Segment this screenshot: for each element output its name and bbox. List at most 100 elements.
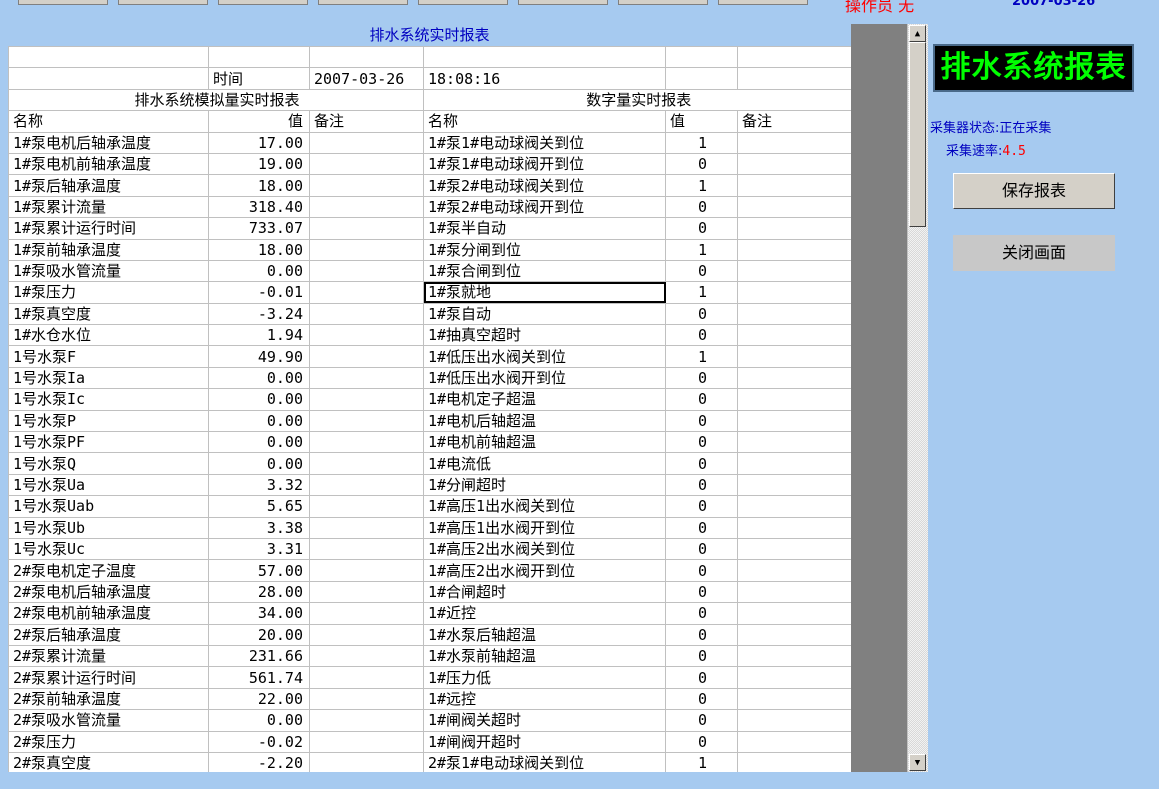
digital-value[interactable]: 0 [665,431,738,454]
analog-value[interactable]: 0.00 [208,410,310,433]
digital-value[interactable]: 0 [665,581,738,604]
digital-value[interactable]: 1 [665,239,738,261]
digital-name[interactable]: 1#泵就地 [423,281,666,304]
analog-value[interactable]: 3.31 [208,538,310,561]
digital-note[interactable] [737,196,851,219]
digital-note[interactable] [737,517,851,539]
digital-value[interactable]: 0 [665,688,738,711]
analog-note[interactable] [309,303,424,326]
digital-note[interactable] [737,666,851,689]
analog-value[interactable]: 5.65 [208,495,310,518]
digital-value[interactable]: 0 [665,731,738,753]
toolbar-button[interactable] [518,0,608,5]
save-report-button[interactable]: 保存报表 [953,173,1115,209]
digital-note[interactable] [737,217,851,240]
digital-value[interactable]: 0 [665,602,738,625]
digital-value[interactable]: 0 [665,388,738,411]
analog-value[interactable]: 0.00 [208,452,310,475]
analog-value[interactable]: 17.00 [208,132,310,154]
digital-name[interactable]: 1#泵2#电动球阀关到位 [423,174,666,197]
digital-note[interactable] [737,431,851,454]
digital-name[interactable]: 1#近控 [423,602,666,625]
digital-name[interactable]: 1#水泵前轴超温 [423,645,666,668]
analog-value[interactable]: 0.00 [208,388,310,411]
analog-name[interactable]: 1#泵真空度 [8,303,209,326]
digital-value[interactable]: 0 [665,645,738,668]
digital-name[interactable]: 1#高压1出水阀开到位 [423,517,666,539]
digital-note[interactable] [737,452,851,475]
analog-note[interactable] [309,153,424,176]
digital-value[interactable]: 0 [665,196,738,219]
analog-note[interactable] [309,495,424,518]
analog-name[interactable]: 1号水泵P [8,410,209,433]
digital-note[interactable] [737,709,851,732]
digital-note[interactable] [737,474,851,497]
analog-name[interactable]: 1号水泵Ub [8,517,209,539]
analog-value[interactable]: 28.00 [208,581,310,604]
analog-value[interactable]: -0.02 [208,731,310,753]
analog-name[interactable]: 1号水泵Q [8,452,209,475]
analog-note[interactable] [309,410,424,433]
digital-value[interactable]: 0 [665,474,738,497]
scroll-thumb[interactable] [909,42,926,227]
analog-value[interactable]: 0.00 [208,431,310,454]
analog-name[interactable]: 1#泵吸水管流量 [8,260,209,283]
analog-name[interactable]: 1号水泵Ic [8,388,209,411]
digital-value[interactable]: 0 [665,217,738,240]
digital-value[interactable]: 0 [665,624,738,646]
analog-value[interactable]: 733.07 [208,217,310,240]
digital-value[interactable]: 0 [665,367,738,390]
vertical-scrollbar[interactable]: ▲ ▼ [907,24,928,772]
analog-name[interactable]: 1#泵电机前轴承温度 [8,153,209,176]
digital-value[interactable]: 1 [665,132,738,154]
analog-note[interactable] [309,538,424,561]
digital-name[interactable]: 1#闸阀开超时 [423,731,666,753]
analog-name[interactable]: 1号水泵Uab [8,495,209,518]
analog-value[interactable]: 0.00 [208,367,310,390]
digital-note[interactable] [737,367,851,390]
analog-value[interactable]: 0.00 [208,709,310,732]
digital-value[interactable]: 0 [665,324,738,347]
analog-note[interactable] [309,602,424,625]
digital-name[interactable]: 1#泵半自动 [423,217,666,240]
digital-value[interactable]: 0 [665,452,738,475]
digital-note[interactable] [737,688,851,711]
toolbar-button[interactable] [318,0,408,5]
digital-value[interactable]: 0 [665,260,738,283]
analog-name[interactable]: 1#泵前轴承温度 [8,239,209,261]
analog-name[interactable]: 2#泵真空度 [8,752,209,772]
digital-name[interactable]: 1#电流低 [423,452,666,475]
analog-value[interactable]: 3.38 [208,517,310,539]
analog-value[interactable]: -3.24 [208,303,310,326]
analog-note[interactable] [309,345,424,368]
digital-value[interactable]: 1 [665,174,738,197]
analog-value[interactable]: 18.00 [208,239,310,261]
analog-note[interactable] [309,452,424,475]
toolbar-button[interactable] [618,0,708,5]
close-screen-button[interactable]: 关闭画面 [953,235,1115,271]
analog-name[interactable]: 2#泵压力 [8,731,209,753]
analog-value[interactable]: -2.20 [208,752,310,772]
analog-note[interactable] [309,196,424,219]
digital-note[interactable] [737,174,851,197]
digital-note[interactable] [737,132,851,154]
toolbar-button[interactable] [118,0,208,5]
analog-name[interactable]: 1#泵累计运行时间 [8,217,209,240]
analog-name[interactable]: 1#泵累计流量 [8,196,209,219]
analog-value[interactable]: 561.74 [208,666,310,689]
analog-note[interactable] [309,517,424,539]
analog-value[interactable]: 231.66 [208,645,310,668]
digital-value[interactable]: 0 [665,538,738,561]
digital-name[interactable]: 1#合闸超时 [423,581,666,604]
analog-note[interactable] [309,388,424,411]
toolbar-button[interactable] [18,0,108,5]
digital-note[interactable] [737,752,851,772]
analog-note[interactable] [309,624,424,646]
analog-value[interactable]: 318.40 [208,196,310,219]
digital-value[interactable]: 0 [665,495,738,518]
digital-note[interactable] [737,495,851,518]
digital-note[interactable] [737,345,851,368]
analog-note[interactable] [309,474,424,497]
digital-note[interactable] [737,602,851,625]
digital-name[interactable]: 1#电机后轴超温 [423,410,666,433]
